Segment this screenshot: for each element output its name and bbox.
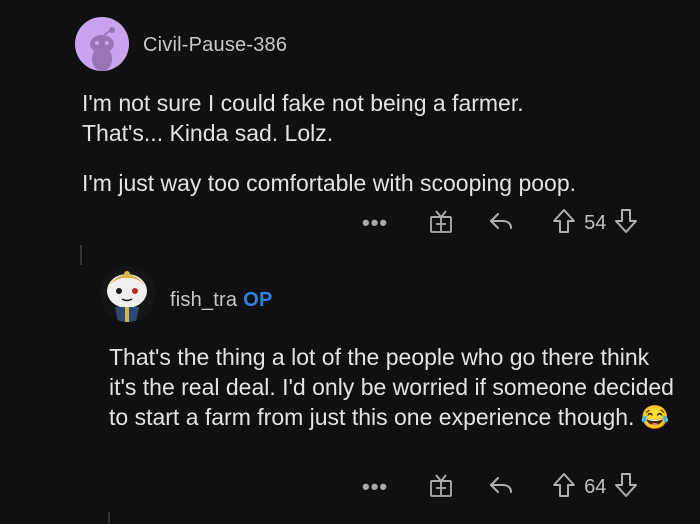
op-badge: OP: [243, 289, 273, 311]
thread-line[interactable]: [80, 245, 82, 265]
more-options-button[interactable]: •••: [362, 474, 388, 500]
avatar[interactable]: [75, 17, 129, 71]
vote-score: 64: [584, 475, 607, 498]
award-icon[interactable]: [428, 472, 454, 503]
downvote-icon[interactable]: [614, 208, 638, 239]
upvote-icon[interactable]: [552, 472, 576, 503]
username-text[interactable]: fish_tra: [170, 289, 237, 311]
comment-username[interactable]: Civil-Pause-386: [143, 34, 287, 57]
avatar[interactable]: [100, 266, 156, 322]
vote-score: 54: [584, 211, 607, 234]
reply-icon[interactable]: [488, 473, 514, 502]
comment-actions: ••• 54: [362, 206, 638, 240]
custom-avatar-icon: [100, 266, 156, 322]
more-options-button[interactable]: •••: [362, 210, 388, 236]
comment-paragraph: That's the thing a lot of the people who…: [109, 344, 674, 430]
comment-actions: ••• 64: [362, 470, 638, 504]
upvote-icon[interactable]: [552, 208, 576, 239]
comment-username[interactable]: fish_tra OP: [170, 289, 272, 312]
downvote-icon[interactable]: [614, 472, 638, 503]
comment-paragraph: I'm just way too comfortable with scoopi…: [82, 170, 577, 196]
username-text[interactable]: Civil-Pause-386: [143, 34, 287, 56]
thread-line-nested[interactable]: [108, 512, 110, 524]
award-icon[interactable]: [428, 208, 454, 239]
snoo-avatar-icon: [75, 17, 129, 71]
comment-paragraph: I'm not sure I could fake not being a fa…: [82, 90, 524, 146]
comment-body: I'm not sure I could fake not being a fa…: [82, 88, 682, 198]
comment-body: That's the thing a lot of the people who…: [109, 342, 679, 432]
reply-icon[interactable]: [488, 209, 514, 238]
